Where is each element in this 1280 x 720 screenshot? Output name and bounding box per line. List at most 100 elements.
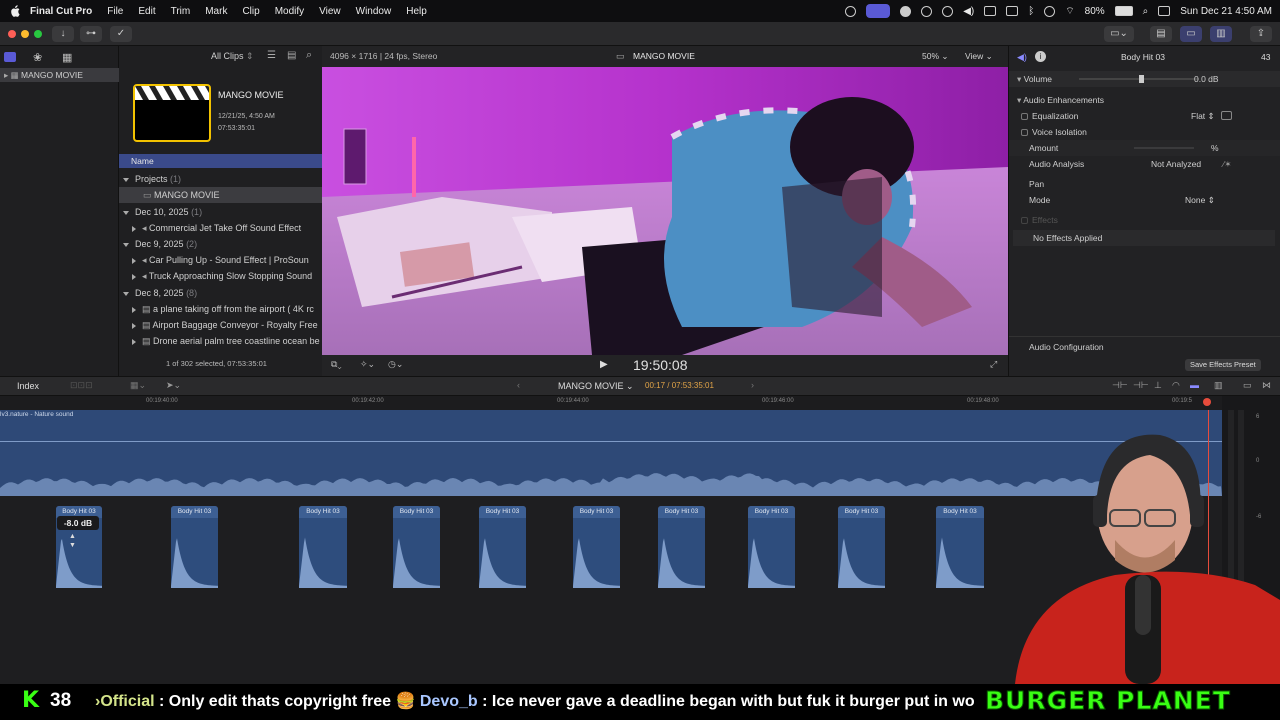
- list-item-project[interactable]: ▭ MANGO MOVIE: [119, 187, 322, 203]
- menu-mark[interactable]: Mark: [205, 6, 227, 17]
- transform-tool-icon[interactable]: ⧉⌄: [331, 359, 342, 370]
- volume-slider-handle[interactable]: [1139, 75, 1144, 83]
- play-status-icon[interactable]: [921, 5, 933, 17]
- group-dec-8[interactable]: Dec 8, 2025 (8): [119, 285, 322, 301]
- viewer-canvas[interactable]: [322, 67, 1008, 355]
- enhance-tool-icon[interactable]: ✧⌄: [360, 359, 375, 370]
- menu-edit[interactable]: Edit: [138, 6, 155, 17]
- timeline-clip[interactable]: Body Hit 03: [573, 506, 620, 588]
- list-item[interactable]: ◂ Commercial Jet Take Off Sound Effect: [119, 220, 322, 236]
- library-item[interactable]: ▸ ▦ MANGO MOVIE: [0, 68, 119, 82]
- timeline-clip[interactable]: Body Hit 03: [479, 506, 526, 588]
- name-column-header[interactable]: Name: [119, 154, 322, 168]
- background-tasks-button[interactable]: ✓: [110, 26, 132, 42]
- gain-up-icon[interactable]: ▲: [69, 533, 76, 540]
- enhancements-header[interactable]: ▾ Audio Enhancements: [1009, 92, 1280, 108]
- snapping-icon[interactable]: ⊣⊢: [1133, 380, 1149, 391]
- menu-modify[interactable]: Modify: [275, 6, 304, 17]
- view-dropdown[interactable]: View ⌄: [965, 51, 993, 62]
- amount-slider[interactable]: [1134, 147, 1194, 149]
- clip-skimming-icon[interactable]: ⊣⊢: [1112, 380, 1128, 391]
- clip-appearance-icon[interactable]: ▥: [1214, 380, 1223, 391]
- fullscreen-icon[interactable]: ⤢: [990, 359, 997, 370]
- screen-mirror-icon[interactable]: [1006, 6, 1019, 16]
- timeline-clip[interactable]: Body Hit 03: [171, 506, 218, 588]
- status-icon[interactable]: [845, 5, 857, 17]
- list-item[interactable]: ◂ Car Pulling Up - Sound Effect | ProSou…: [119, 252, 322, 268]
- filmstrip-icon[interactable]: ▤: [287, 50, 296, 61]
- effects-browser-icon[interactable]: ▭: [1243, 380, 1252, 391]
- timeline-clip[interactable]: Body Hit 03: [393, 506, 440, 588]
- show-browser-button[interactable]: ▤: [1150, 26, 1172, 42]
- voice-isolation-checkbox[interactable]: [1021, 129, 1028, 137]
- effects-checkbox[interactable]: [1021, 217, 1028, 225]
- apple-icon[interactable]: [10, 5, 20, 17]
- wifi-icon[interactable]: ⌔: [1065, 5, 1074, 18]
- minimize-window-button[interactable]: [21, 30, 29, 38]
- equalization-checkbox[interactable]: [1021, 113, 1028, 121]
- audio-config-row[interactable]: Audio Configuration: [1009, 339, 1280, 355]
- screen-record-icon[interactable]: [866, 4, 891, 18]
- save-effects-preset-button[interactable]: Save Effects Preset: [1185, 359, 1261, 371]
- menu-help[interactable]: Help: [406, 6, 427, 17]
- menu-clip[interactable]: Clip: [242, 6, 259, 17]
- audio-inspector-icon[interactable]: ◀): [1017, 52, 1027, 63]
- menu-window[interactable]: Window: [356, 6, 392, 17]
- forward-arrow-icon[interactable]: ›: [751, 380, 754, 390]
- skimming-icon[interactable]: ⊥: [1154, 380, 1162, 391]
- app-menu[interactable]: Final Cut Pro: [30, 6, 92, 17]
- keywords-button[interactable]: ⊶: [80, 26, 102, 42]
- group-dec-10[interactable]: Dec 10, 2025 (1): [119, 204, 322, 220]
- focus-icon[interactable]: [900, 5, 912, 17]
- pan-header[interactable]: Pan: [1009, 176, 1280, 192]
- upload-icon[interactable]: [942, 5, 954, 17]
- info-icon[interactable]: i: [1035, 51, 1046, 62]
- keyboard-icon[interactable]: [1044, 5, 1056, 17]
- zoom-window-button[interactable]: [34, 30, 42, 38]
- amount-value[interactable]: %: [1211, 140, 1219, 156]
- timeline-ruler[interactable]: 00:19:40:00 00:19:42:00 00:19:44:00 00:1…: [0, 396, 1222, 410]
- gain-down-icon[interactable]: ▼: [69, 542, 76, 549]
- index-button[interactable]: Index: [17, 381, 39, 391]
- eq-graph-icon[interactable]: [1221, 111, 1232, 120]
- select-tool-icon[interactable]: ➤⌄: [166, 380, 181, 391]
- play-button[interactable]: ▶: [600, 359, 608, 370]
- search-icon[interactable]: ⌕: [1143, 6, 1149, 17]
- timeline-clip[interactable]: Body Hit 03: [936, 506, 984, 588]
- list-item[interactable]: ▤ a plane taking off from the airport ( …: [119, 301, 322, 317]
- search-icon[interactable]: ⌕: [306, 49, 312, 62]
- speed-tool-icon[interactable]: ◷⌄: [388, 359, 403, 370]
- titles-icon[interactable]: ▦: [62, 51, 72, 64]
- audio-skimming-icon[interactable]: ◠: [1172, 380, 1180, 391]
- back-arrow-icon[interactable]: ‹: [517, 380, 520, 390]
- timeline-clip[interactable]: Body Hit 03: [838, 506, 885, 588]
- libraries-icon[interactable]: [4, 52, 16, 62]
- timeline-clip[interactable]: Body Hit 03: [748, 506, 795, 588]
- bluetooth-icon[interactable]: ᛒ: [1028, 6, 1034, 17]
- event-thumbnail[interactable]: [133, 84, 211, 142]
- share-button[interactable]: ⇪: [1250, 26, 1272, 42]
- menu-trim[interactable]: Trim: [171, 6, 191, 17]
- battery-icon[interactable]: [1114, 6, 1133, 16]
- playhead-handle[interactable]: [1203, 398, 1211, 406]
- timeline-clip[interactable]: Body Hit 03: [658, 506, 705, 588]
- group-dec-9[interactable]: Dec 9, 2025 (2): [119, 236, 322, 252]
- close-window-button[interactable]: [8, 30, 16, 38]
- volume-value[interactable]: 0.0 dB: [1194, 71, 1219, 87]
- show-inspector-button[interactable]: ▥: [1210, 26, 1232, 42]
- analysis-wand-icon[interactable]: ⁄✶: [1223, 156, 1232, 172]
- clip-filter-dropdown[interactable]: All Clips ⇕: [211, 51, 254, 62]
- volume-icon[interactable]: ◀): [963, 6, 974, 17]
- zoom-dropdown[interactable]: 50% ⌄: [922, 51, 949, 62]
- menu-view[interactable]: View: [319, 6, 341, 17]
- datetime[interactable]: Sun Dec 21 4:50 AM: [1180, 6, 1272, 17]
- menu-file[interactable]: File: [107, 6, 123, 17]
- mode-dropdown[interactable]: None ⇕: [1185, 192, 1215, 208]
- import-button[interactable]: ↓: [52, 26, 74, 42]
- list-item[interactable]: ◂ Truck Approaching Slow Stopping Sound: [119, 268, 322, 284]
- solo-icon[interactable]: ▬: [1190, 380, 1199, 390]
- transitions-browser-icon[interactable]: ⋈: [1262, 380, 1271, 391]
- clip-appearance-icon[interactable]: ☰: [267, 50, 276, 61]
- group-projects[interactable]: Projects (1): [119, 171, 322, 187]
- show-timeline-button[interactable]: ▭: [1180, 26, 1202, 42]
